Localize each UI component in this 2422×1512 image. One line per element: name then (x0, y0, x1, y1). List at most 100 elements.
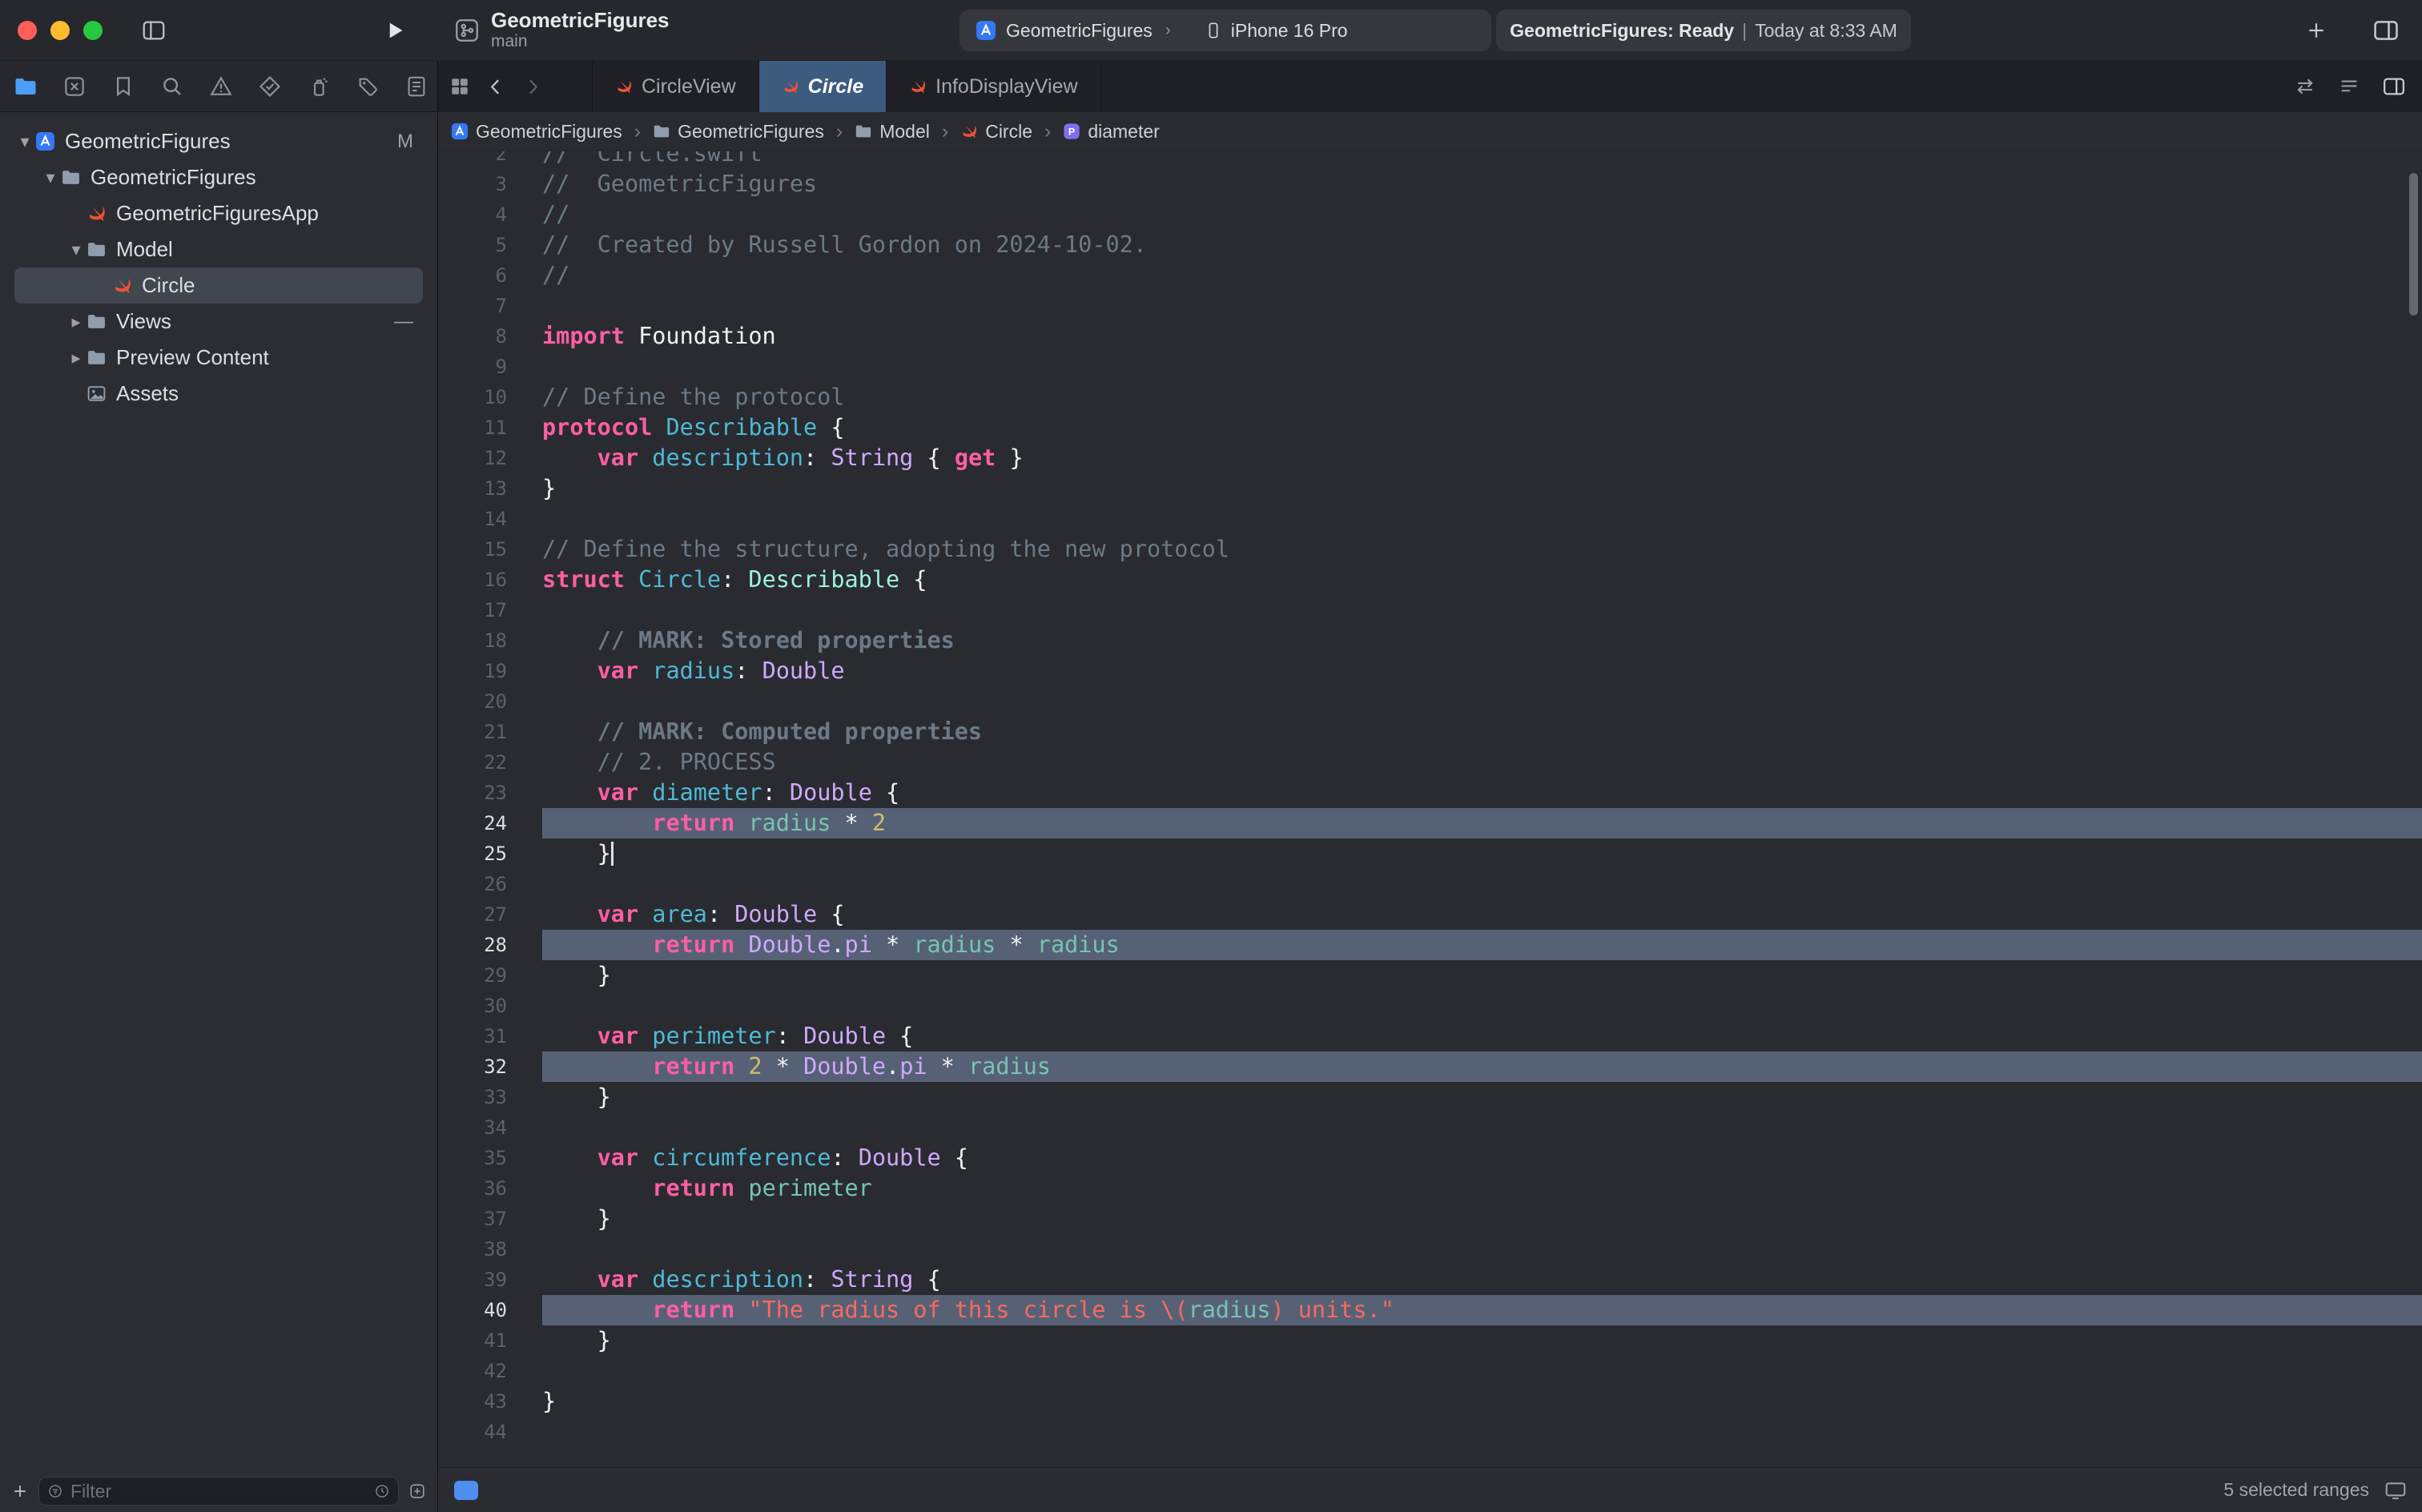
code-line[interactable]: 3// GeometricFigures (438, 169, 2422, 199)
recent-files-icon[interactable] (374, 1483, 390, 1499)
go-forward-button[interactable] (514, 61, 550, 112)
sidebar-item-circle[interactable]: Circle (14, 267, 423, 304)
report-navigator-button[interactable] (404, 74, 429, 99)
code-line[interactable]: 26 (438, 869, 2422, 899)
line-number[interactable]: 42 (438, 1360, 542, 1382)
line-number[interactable]: 5 (438, 234, 542, 256)
line-number[interactable]: 16 (438, 569, 542, 591)
sidebar-item-geometricfigures[interactable]: ▾GeometricFigures (14, 159, 423, 195)
code-line[interactable]: 21 // MARK: Computed properties (438, 717, 2422, 747)
add-file-button[interactable] (11, 1482, 29, 1500)
code-line[interactable]: 41 } (438, 1325, 2422, 1356)
code-line[interactable]: 30 (438, 991, 2422, 1021)
code-line[interactable]: 37 } (438, 1204, 2422, 1234)
source-control-navigator-button[interactable] (62, 74, 87, 99)
line-number[interactable]: 44 (438, 1421, 542, 1443)
issue-navigator-button[interactable] (208, 74, 234, 99)
breadcrumb-item-geometricfigures[interactable]: GeometricFigures (451, 121, 622, 143)
chevron-down-icon[interactable]: ▾ (66, 239, 86, 260)
scrollbar-thumb[interactable] (2409, 173, 2418, 316)
line-number[interactable]: 35 (438, 1147, 542, 1169)
line-number[interactable]: 3 (438, 173, 542, 195)
code-line[interactable]: 44 (438, 1417, 2422, 1447)
code-line[interactable]: 13} (438, 473, 2422, 504)
line-number[interactable]: 18 (438, 629, 542, 652)
add-button[interactable] (2305, 19, 2327, 42)
related-items-button[interactable] (438, 61, 478, 112)
breadcrumb-item-geometricfigures[interactable]: GeometricFigures (653, 121, 824, 143)
code-line[interactable]: 24 return radius * 2 (438, 808, 2422, 838)
code-line[interactable]: 12 var description: String { get } (438, 443, 2422, 473)
line-number[interactable]: 17 (438, 599, 542, 621)
code-line[interactable]: 22 // 2. PROCESS (438, 747, 2422, 778)
line-number[interactable]: 9 (438, 356, 542, 378)
debug-navigator-button[interactable] (306, 74, 332, 99)
run-button[interactable] (383, 18, 407, 42)
code-line[interactable]: 2// Circle.swift (438, 151, 2422, 169)
code-line[interactable]: 42 (438, 1356, 2422, 1386)
code-line[interactable]: 27 var area: Double { (438, 899, 2422, 930)
breakpoint-navigator-button[interactable] (355, 74, 380, 99)
line-number[interactable]: 15 (438, 538, 542, 561)
code-line[interactable]: 14 (438, 504, 2422, 534)
line-number[interactable]: 14 (438, 508, 542, 530)
line-number[interactable]: 2 (438, 151, 542, 165)
tab-circleview[interactable]: CircleView (592, 61, 759, 112)
line-number[interactable]: 39 (438, 1269, 542, 1291)
line-number[interactable]: 26 (438, 873, 542, 895)
code-line[interactable]: 4// (438, 199, 2422, 230)
line-number[interactable]: 11 (438, 416, 542, 439)
code-line[interactable]: 34 (438, 1112, 2422, 1143)
chevron-down-icon[interactable]: ▾ (40, 167, 61, 188)
tab-infodisplayview[interactable]: InfoDisplayView (887, 61, 1100, 112)
code-line[interactable]: 31 var perimeter: Double { (438, 1021, 2422, 1052)
code-line[interactable]: 29 } (438, 960, 2422, 991)
line-number[interactable]: 41 (438, 1329, 542, 1352)
code-line[interactable]: 9 (438, 352, 2422, 382)
code-line[interactable]: 39 var description: String { (438, 1265, 2422, 1295)
code-line[interactable]: 5// Created by Russell Gordon on 2024-10… (438, 230, 2422, 260)
line-number[interactable]: 6 (438, 264, 542, 287)
breadcrumb-item-model[interactable]: Model (855, 121, 930, 143)
run-destination[interactable]: iPhone 16 Pro (1205, 20, 1348, 42)
adjust-editor-icon[interactable] (2338, 75, 2360, 98)
breadcrumb-item-circle[interactable]: Circle (960, 121, 1032, 143)
code-line[interactable]: 10// Define the protocol (438, 382, 2422, 412)
code-line[interactable]: 35 var circumference: Double { (438, 1143, 2422, 1173)
add-editor-icon[interactable] (2382, 74, 2406, 99)
code-line[interactable]: 43} (438, 1386, 2422, 1417)
sidebar-item-assets[interactable]: Assets (14, 376, 423, 412)
line-number[interactable]: 13 (438, 477, 542, 500)
close-button[interactable] (18, 21, 37, 40)
code-line[interactable]: 18 // MARK: Stored properties (438, 625, 2422, 656)
line-number[interactable]: 12 (438, 447, 542, 469)
minimap-toggle-icon[interactable] (454, 1481, 478, 1500)
code-line[interactable]: 28 return Double.pi * radius * radius (438, 930, 2422, 960)
sidebar-item-views[interactable]: ▸Views— (14, 304, 423, 340)
bookmark-navigator-button[interactable] (111, 74, 136, 99)
sidebar-item-geometricfigures[interactable]: ▾GeometricFiguresM (14, 123, 423, 159)
line-number[interactable]: 34 (438, 1116, 542, 1139)
code-line[interactable]: 40 return "The radius of this circle is … (438, 1295, 2422, 1325)
line-number[interactable]: 31 (438, 1025, 542, 1048)
code-line[interactable]: 19 var radius: Double (438, 656, 2422, 686)
sidebar-item-geometricfiguresapp[interactable]: GeometricFiguresApp (14, 195, 423, 231)
code-line[interactable]: 32 return 2 * Double.pi * radius (438, 1052, 2422, 1082)
code-line[interactable]: 8import Foundation (438, 321, 2422, 352)
filter-input[interactable] (70, 1481, 367, 1502)
code-area[interactable]: 2// Circle.swift3// GeometricFigures4//5… (438, 151, 2422, 1467)
line-number[interactable]: 25 (438, 842, 542, 865)
code-line[interactable]: 38 (438, 1234, 2422, 1265)
line-number[interactable]: 24 (438, 812, 542, 834)
line-number[interactable]: 43 (438, 1390, 542, 1413)
zoom-button[interactable] (83, 21, 103, 40)
code-line[interactable]: 11protocol Describable { (438, 412, 2422, 443)
line-number[interactable]: 23 (438, 782, 542, 804)
project-branch-block[interactable]: GeometricFigures main (453, 9, 670, 51)
line-number[interactable]: 20 (438, 690, 542, 713)
code-line[interactable]: 15// Define the structure, adopting the … (438, 534, 2422, 565)
line-number[interactable]: 7 (438, 295, 542, 317)
line-number[interactable]: 38 (438, 1238, 542, 1261)
find-navigator-button[interactable] (159, 74, 185, 99)
line-number[interactable]: 4 (438, 203, 542, 226)
